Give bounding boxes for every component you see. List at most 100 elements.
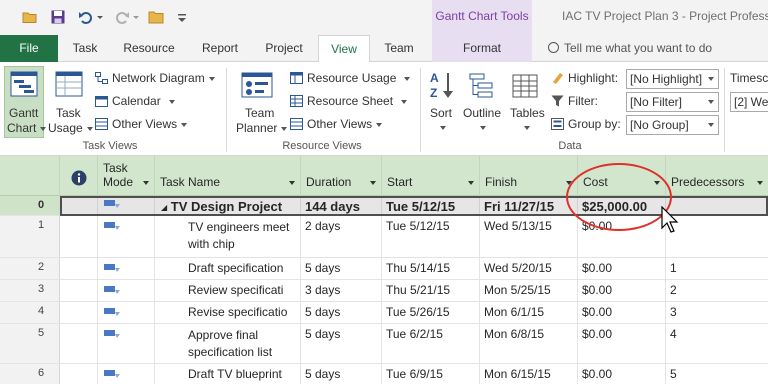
task-name-cell[interactable]: Approve final specification list <box>155 324 301 363</box>
team-planner-icon[interactable] <box>241 71 273 101</box>
finish-cell[interactable]: Mon 6/15/15 <box>480 364 578 384</box>
finish-cell[interactable]: Wed 5/20/15 <box>480 258 578 279</box>
finish-cell[interactable]: Mon 6/1/15 <box>480 302 578 323</box>
resource-sheet-button[interactable]: Resource Sheet <box>307 94 408 108</box>
finish-cell[interactable]: Wed 5/13/15 <box>480 216 578 257</box>
customize-quick-access-icon[interactable] <box>176 9 188 25</box>
duration-cell[interactable]: 3 days <box>301 280 382 301</box>
tables-dropdown-icon[interactable] <box>524 126 530 130</box>
outline-icon[interactable] <box>468 70 496 102</box>
collapse-triangle-icon[interactable]: ◢ <box>161 203 167 212</box>
start-cell[interactable]: Tue 5/12/15 <box>382 196 480 215</box>
gantt-chart-label-1: Gantt <box>9 106 39 120</box>
start-cell[interactable]: Tue 6/2/15 <box>382 324 480 363</box>
task-name-cell[interactable]: TV engineers meet with chip <box>155 216 301 257</box>
task-usage-icon[interactable] <box>55 71 83 99</box>
predecessors-cell[interactable]: 2 <box>666 280 768 301</box>
duration-cell[interactable]: 5 days <box>301 302 382 323</box>
duration-cell[interactable]: 2 days <box>301 216 382 257</box>
redo-dropdown-icon[interactable] <box>131 9 141 25</box>
start-cell[interactable]: Tue 5/12/15 <box>382 216 480 257</box>
other-views-icon <box>95 118 108 130</box>
start-cell[interactable]: Thu 5/21/15 <box>382 280 480 301</box>
highlight-combo[interactable]: [No Highlight] <box>626 69 719 89</box>
finish-cell[interactable]: Fri 11/27/15 <box>480 196 578 215</box>
auto-scheduled-icon <box>104 286 120 294</box>
redo-icon[interactable] <box>114 9 130 25</box>
tab-task[interactable]: Task <box>62 35 108 62</box>
chevron-down-icon <box>704 93 718 111</box>
folder-icon[interactable] <box>148 9 164 25</box>
save-icon[interactable] <box>50 9 66 25</box>
tab-file[interactable]: File <box>0 35 58 62</box>
task-mode-header[interactable]: Task Mode <box>98 156 155 196</box>
duration-header[interactable]: Duration <box>301 156 382 196</box>
undo-dropdown-icon[interactable] <box>95 9 105 25</box>
duration-cell[interactable]: 5 days <box>301 324 382 363</box>
duration-cell[interactable]: 5 days <box>301 364 382 384</box>
timescale-combo[interactable]: [2] We <box>730 92 768 112</box>
task-name-cell[interactable]: Draft specification <box>155 258 301 279</box>
cost-cell[interactable]: $0.00 <box>578 302 666 323</box>
resource-usage-button[interactable]: Resource Usage <box>307 71 411 85</box>
tab-report[interactable]: Report <box>193 35 247 62</box>
predecessors-cell[interactable]: 1 <box>666 258 768 279</box>
tell-me-text: Tell me what you want to do <box>564 41 713 55</box>
predecessors-cell[interactable]: 5 <box>666 364 768 384</box>
other-views-task-button[interactable]: Other Views <box>112 117 188 131</box>
group-by-combo[interactable]: [No Group] <box>626 115 719 135</box>
tab-team[interactable]: Team <box>376 35 422 62</box>
task-name-cell[interactable]: Revise specificatio <box>155 302 301 323</box>
start-header[interactable]: Start <box>382 156 480 196</box>
outline-dropdown-icon[interactable] <box>480 126 486 130</box>
task-name-cell[interactable]: Draft TV blueprint <box>155 364 301 384</box>
duration-cell[interactable]: 5 days <box>301 258 382 279</box>
tables-button: Tables <box>510 106 545 120</box>
undo-icon[interactable] <box>78 9 94 25</box>
team-planner-label-1: Team <box>245 106 275 120</box>
task-mode-header-text: Task Mode <box>103 161 134 189</box>
other-views-resource-button[interactable]: Other Views <box>307 117 383 131</box>
open-folder-icon[interactable] <box>22 9 38 25</box>
select-all-corner[interactable] <box>0 156 60 196</box>
sort-icon[interactable]: A Z <box>428 70 456 102</box>
tell-me-search[interactable]: Tell me what you want to do <box>548 35 712 62</box>
chevron-down-icon <box>289 181 295 185</box>
resource-views-group-label: Resource Views <box>282 140 362 152</box>
cost-cell[interactable]: $0.00 <box>578 364 666 384</box>
tables-icon[interactable] <box>511 70 541 102</box>
task-name-cell[interactable]: ◢ TV Design Project <box>155 196 301 215</box>
task-name-cell[interactable]: Review specificati <box>155 280 301 301</box>
task-name-header[interactable]: Task Name <box>155 156 301 196</box>
tab-resource[interactable]: Resource <box>114 35 184 62</box>
predecessors-cell[interactable] <box>666 196 768 215</box>
indicators-header[interactable] <box>60 156 98 196</box>
finish-header[interactable]: Finish <box>480 156 578 196</box>
cost-cell[interactable]: $0.00 <box>578 280 666 301</box>
finish-cell[interactable]: Mon 6/8/15 <box>480 324 578 363</box>
start-cell[interactable]: Tue 5/26/15 <box>382 302 480 323</box>
sort-dropdown-icon[interactable] <box>440 126 446 130</box>
start-cell[interactable]: Thu 5/14/15 <box>382 258 480 279</box>
cost-cell[interactable]: $0.00 <box>578 324 666 363</box>
predecessors-cell[interactable]: 3 <box>666 302 768 323</box>
predecessors-cell[interactable]: 4 <box>666 324 768 363</box>
tab-project[interactable]: Project <box>255 35 313 62</box>
task-views-group-label: Task Views <box>82 140 138 152</box>
predecessors-cell[interactable] <box>666 216 768 257</box>
start-cell[interactable]: Tue 6/9/15 <box>382 364 480 384</box>
tab-view[interactable]: View <box>318 35 370 63</box>
network-diagram-button[interactable]: Network Diagram <box>112 71 215 85</box>
predecessors-header[interactable]: Predecessors <box>666 156 768 196</box>
group-by-icon <box>551 118 564 130</box>
finish-cell[interactable]: Mon 5/25/15 <box>480 280 578 301</box>
cost-cell[interactable]: $0.00 <box>578 258 666 279</box>
row-id: 6 <box>0 364 60 384</box>
task-usage-label-1: Task <box>56 106 81 120</box>
duration-cell[interactable]: 144 days <box>301 196 382 215</box>
auto-scheduled-icon <box>104 200 120 208</box>
filter-combo[interactable]: [No Filter] <box>626 92 719 112</box>
calendar-button[interactable]: Calendar <box>112 94 175 108</box>
calendar-icon <box>95 96 108 107</box>
tab-format[interactable]: Format <box>441 35 523 62</box>
